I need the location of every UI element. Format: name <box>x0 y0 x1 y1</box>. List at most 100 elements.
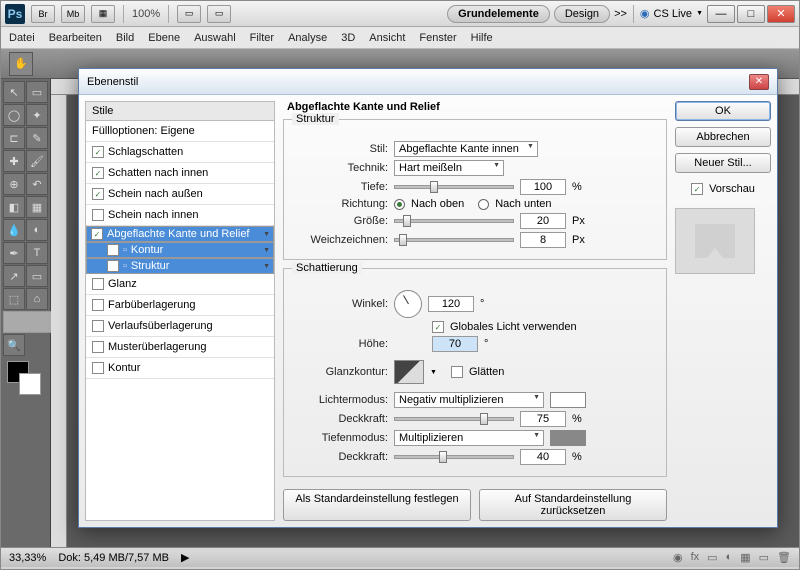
workspace-design[interactable]: Design <box>554 5 610 23</box>
stamp-tool[interactable]: ⊕ <box>3 173 25 195</box>
eyedropper-tool[interactable]: ✎ <box>26 127 48 149</box>
style-checkbox[interactable] <box>92 188 104 200</box>
marquee-tool[interactable]: ▭ <box>26 81 48 103</box>
global-light-checkbox[interactable] <box>432 321 444 333</box>
style-checkbox[interactable] <box>107 260 119 272</box>
lasso-tool[interactable]: ◯ <box>3 104 25 126</box>
menu-datei[interactable]: Datei <box>9 32 35 44</box>
eraser-tool[interactable]: ◧ <box>3 196 25 218</box>
close-button[interactable]: ✕ <box>767 5 795 23</box>
heal-tool[interactable]: ✚ <box>3 150 25 172</box>
3d-tool[interactable]: ⬚ <box>3 288 25 310</box>
style-item[interactable]: Farbüberlagerung <box>86 295 274 316</box>
style-item[interactable]: Schein nach innen <box>86 205 274 226</box>
hoehe-input[interactable] <box>432 336 478 352</box>
groesse-input[interactable] <box>520 213 566 229</box>
winkel-input[interactable] <box>428 296 474 312</box>
status-icon[interactable]: ▭ <box>759 551 769 564</box>
style-checkbox[interactable] <box>92 167 104 179</box>
style-checkbox[interactable] <box>92 362 104 374</box>
menu-auswahl[interactable]: Auswahl <box>194 32 236 44</box>
deck2-slider[interactable] <box>394 455 514 459</box>
bridge-button[interactable]: Br <box>31 5 55 23</box>
zoom-level[interactable]: 100% <box>132 8 160 20</box>
maximize-button[interactable]: □ <box>737 5 765 23</box>
move-tool[interactable]: ↖ <box>3 81 25 103</box>
menu-ebene[interactable]: Ebene <box>148 32 180 44</box>
cslive-button[interactable]: CS Live <box>654 8 693 20</box>
style-item[interactable]: Glanz <box>86 274 274 295</box>
new-style-button[interactable]: Neuer Stil... <box>675 153 771 173</box>
reset-default-button[interactable]: Auf Standardeinstellung zurücksetzen <box>479 489 667 521</box>
arrange-button[interactable]: ▭ <box>177 5 201 23</box>
workspace-grundelemente[interactable]: Grundelemente <box>447 5 550 23</box>
cancel-button[interactable]: Abbrechen <box>675 127 771 147</box>
style-checkbox[interactable] <box>91 228 103 240</box>
richtung-up-radio[interactable] <box>394 199 405 210</box>
menu-ansicht[interactable]: Ansicht <box>369 32 405 44</box>
richtung-down-radio[interactable] <box>478 199 489 210</box>
crop-tool[interactable]: ⊏ <box>3 127 25 149</box>
type-tool[interactable]: T <box>26 242 48 264</box>
status-icon[interactable]: fx <box>691 551 700 564</box>
stil-select[interactable]: Abgeflachte Kante innen <box>394 141 538 157</box>
style-item[interactable]: Schein nach außen <box>86 184 274 205</box>
history-tool[interactable]: ↶ <box>26 173 48 195</box>
preview-checkbox[interactable] <box>691 183 703 195</box>
pen-tool[interactable]: ✒ <box>3 242 25 264</box>
ok-button[interactable]: OK <box>675 101 771 121</box>
menu-hilfe[interactable]: Hilfe <box>471 32 493 44</box>
menu-analyse[interactable]: Analyse <box>288 32 327 44</box>
weich-input[interactable] <box>520 232 566 248</box>
technik-select[interactable]: Hart meißeln <box>394 160 504 176</box>
weich-slider[interactable] <box>394 238 514 242</box>
style-item[interactable]: Kontur <box>86 358 274 379</box>
style-item[interactable]: ▫Kontur <box>86 242 274 258</box>
camera-tool[interactable]: ⌂ <box>26 288 48 310</box>
screenmode-button[interactable]: ▭ <box>207 5 231 23</box>
style-item[interactable]: Musterüberlagerung <box>86 337 274 358</box>
status-icon[interactable]: ◐ <box>726 551 733 564</box>
style-checkbox[interactable] <box>92 278 104 290</box>
deck2-input[interactable] <box>520 449 566 465</box>
wand-tool[interactable]: ✦ <box>26 104 48 126</box>
status-icon[interactable]: ◉ <box>673 551 683 564</box>
menu-filter[interactable]: Filter <box>250 32 274 44</box>
fill-options[interactable]: Füllloptionen: Eigene <box>86 121 274 142</box>
status-icon[interactable]: ▦ <box>740 551 750 564</box>
style-item[interactable]: Verlaufsüberlagerung <box>86 316 274 337</box>
menu-fenster[interactable]: Fenster <box>419 32 456 44</box>
style-checkbox[interactable] <box>107 244 119 256</box>
dialog-titlebar[interactable]: Ebenenstil ✕ <box>79 69 777 95</box>
menu-bearbeiten[interactable]: Bearbeiten <box>49 32 102 44</box>
status-zoom[interactable]: 33,33% <box>9 552 46 564</box>
brush-tool[interactable]: 🖌 <box>26 150 48 172</box>
glaetten-checkbox[interactable] <box>451 366 463 378</box>
hand-tool-icon[interactable]: ✋ <box>9 52 33 76</box>
shape-tool[interactable]: ▭ <box>26 265 48 287</box>
tiefe-slider[interactable] <box>394 185 514 189</box>
style-checkbox[interactable] <box>92 146 104 158</box>
minimize-button[interactable]: — <box>707 5 735 23</box>
path-tool[interactable]: ↗ <box>3 265 25 287</box>
style-item[interactable]: Schatten nach innen <box>86 163 274 184</box>
gradient-tool[interactable]: ▦ <box>26 196 48 218</box>
dodge-tool[interactable]: ◐ <box>26 219 48 241</box>
menu-bild[interactable]: Bild <box>116 32 134 44</box>
angle-dial[interactable] <box>394 290 422 318</box>
groesse-slider[interactable] <box>394 219 514 223</box>
lichter-color[interactable] <box>550 392 586 408</box>
style-item[interactable]: ▫Struktur <box>86 258 274 274</box>
style-checkbox[interactable] <box>92 320 104 332</box>
tiefe-input[interactable] <box>520 179 566 195</box>
set-default-button[interactable]: Als Standardeinstellung festlegen <box>283 489 471 521</box>
color-swatches[interactable] <box>7 361 44 391</box>
dialog-close-button[interactable]: ✕ <box>749 74 769 90</box>
status-icon[interactable]: 🗑 <box>777 551 791 564</box>
glanzkontur-picker[interactable] <box>394 360 424 384</box>
deck1-slider[interactable] <box>394 417 514 421</box>
style-checkbox[interactable] <box>92 209 104 221</box>
lichtermodus-select[interactable]: Negativ multiplizieren <box>394 392 544 408</box>
tiefen-color[interactable] <box>550 430 586 446</box>
style-checkbox[interactable] <box>92 341 104 353</box>
